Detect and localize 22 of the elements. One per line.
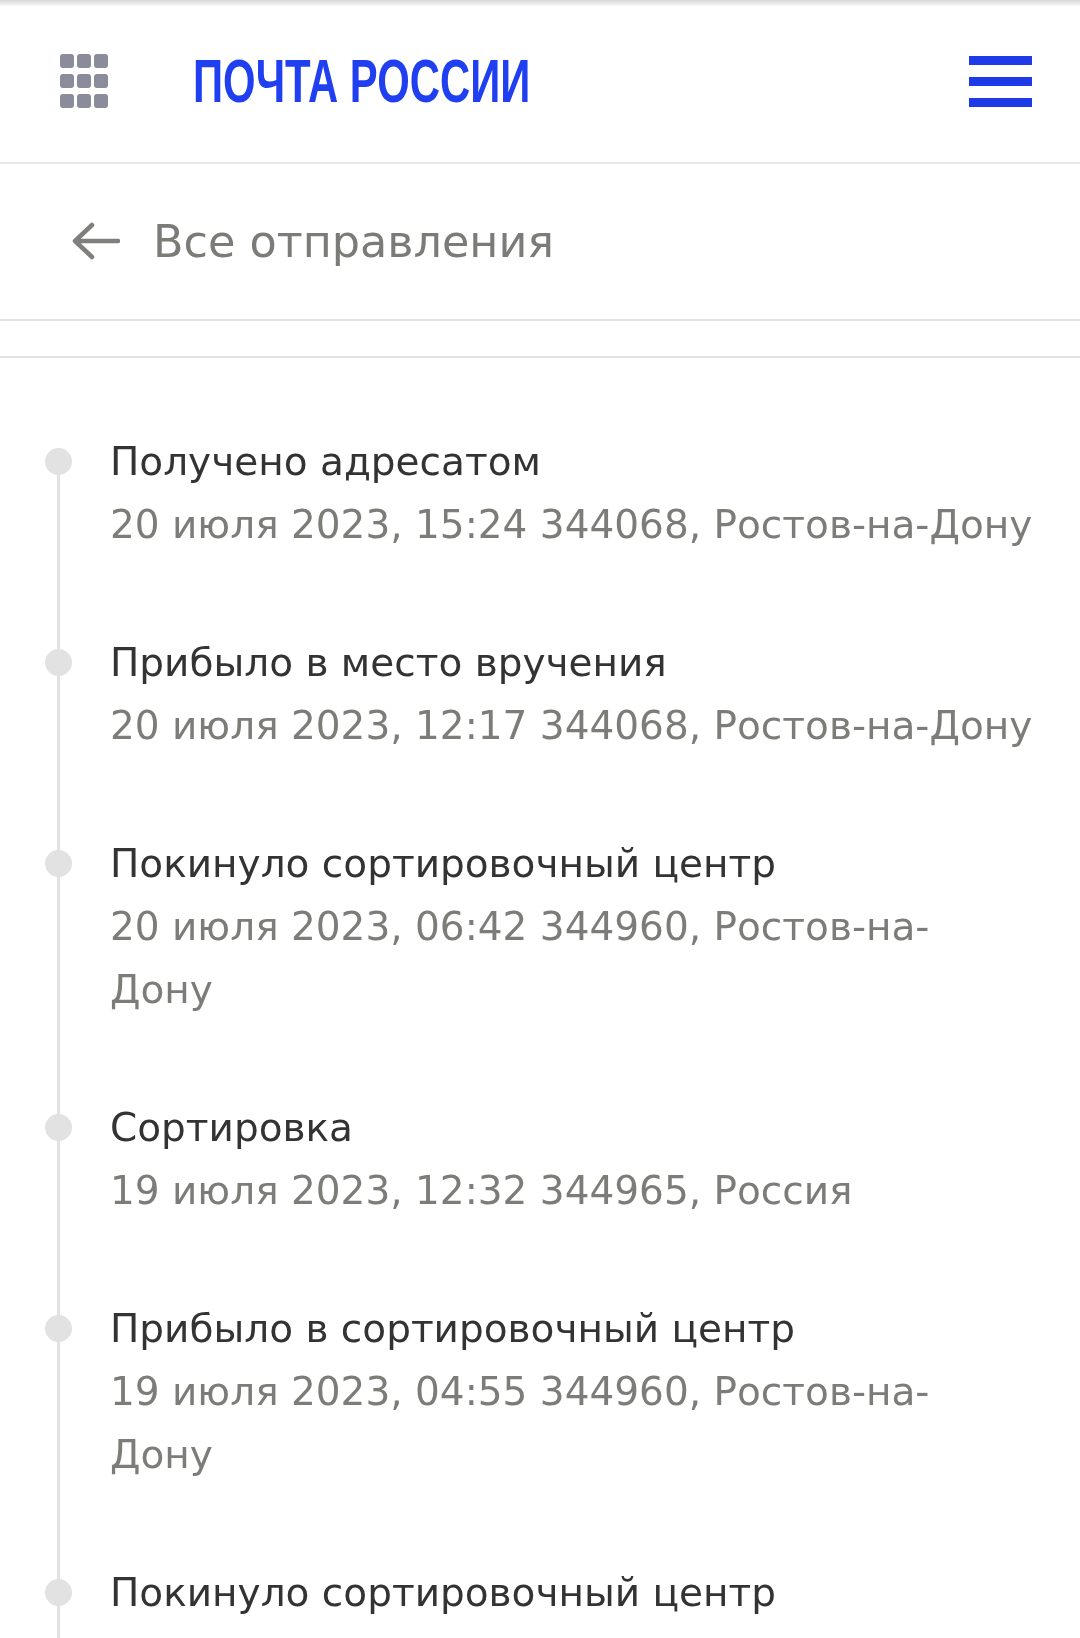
back-link[interactable]: Все отправления — [71, 214, 555, 269]
timeline-dot-icon — [45, 448, 72, 475]
timeline-dot-icon — [45, 1114, 72, 1141]
event-status: Прибыло в место вручения — [110, 639, 667, 687]
timeline-dot-icon — [45, 850, 72, 877]
site-logo[interactable]: ПОЧТА РОССИИ — [193, 50, 531, 112]
event-status: Покинуло сортировочный центр — [110, 1569, 777, 1617]
apps-grid-icon[interactable] — [60, 54, 108, 108]
back-arrow-icon — [71, 222, 120, 261]
event-details: 19 июля 2023, 04:55 344960, Ростов-на-Дону — [110, 1368, 931, 1479]
menu-icon[interactable] — [969, 55, 1032, 107]
event-status: Сортировка — [110, 1104, 353, 1152]
timeline-dot-icon — [45, 1579, 72, 1606]
event-details: 20 июля 2023, 06:42 344960, Ростов-на-Дону — [110, 903, 931, 1014]
event-details: 20 июля 2023, 12:17 344068, Ростов-на-Дону — [110, 702, 1033, 750]
event-details: 20 июля 2023, 15:24 344068, Ростов-на-Дону — [110, 501, 1033, 549]
timeline-dot-icon — [45, 649, 72, 676]
event-status: Прибыло в сортировочный центр — [110, 1305, 795, 1353]
event-status: Получено адресатом — [110, 438, 541, 486]
event-status: Покинуло сортировочный центр — [110, 840, 777, 888]
timeline-dot-icon — [45, 1315, 72, 1342]
event-details: 19 июля 2023, 12:32 344965, Россия — [110, 1167, 853, 1215]
